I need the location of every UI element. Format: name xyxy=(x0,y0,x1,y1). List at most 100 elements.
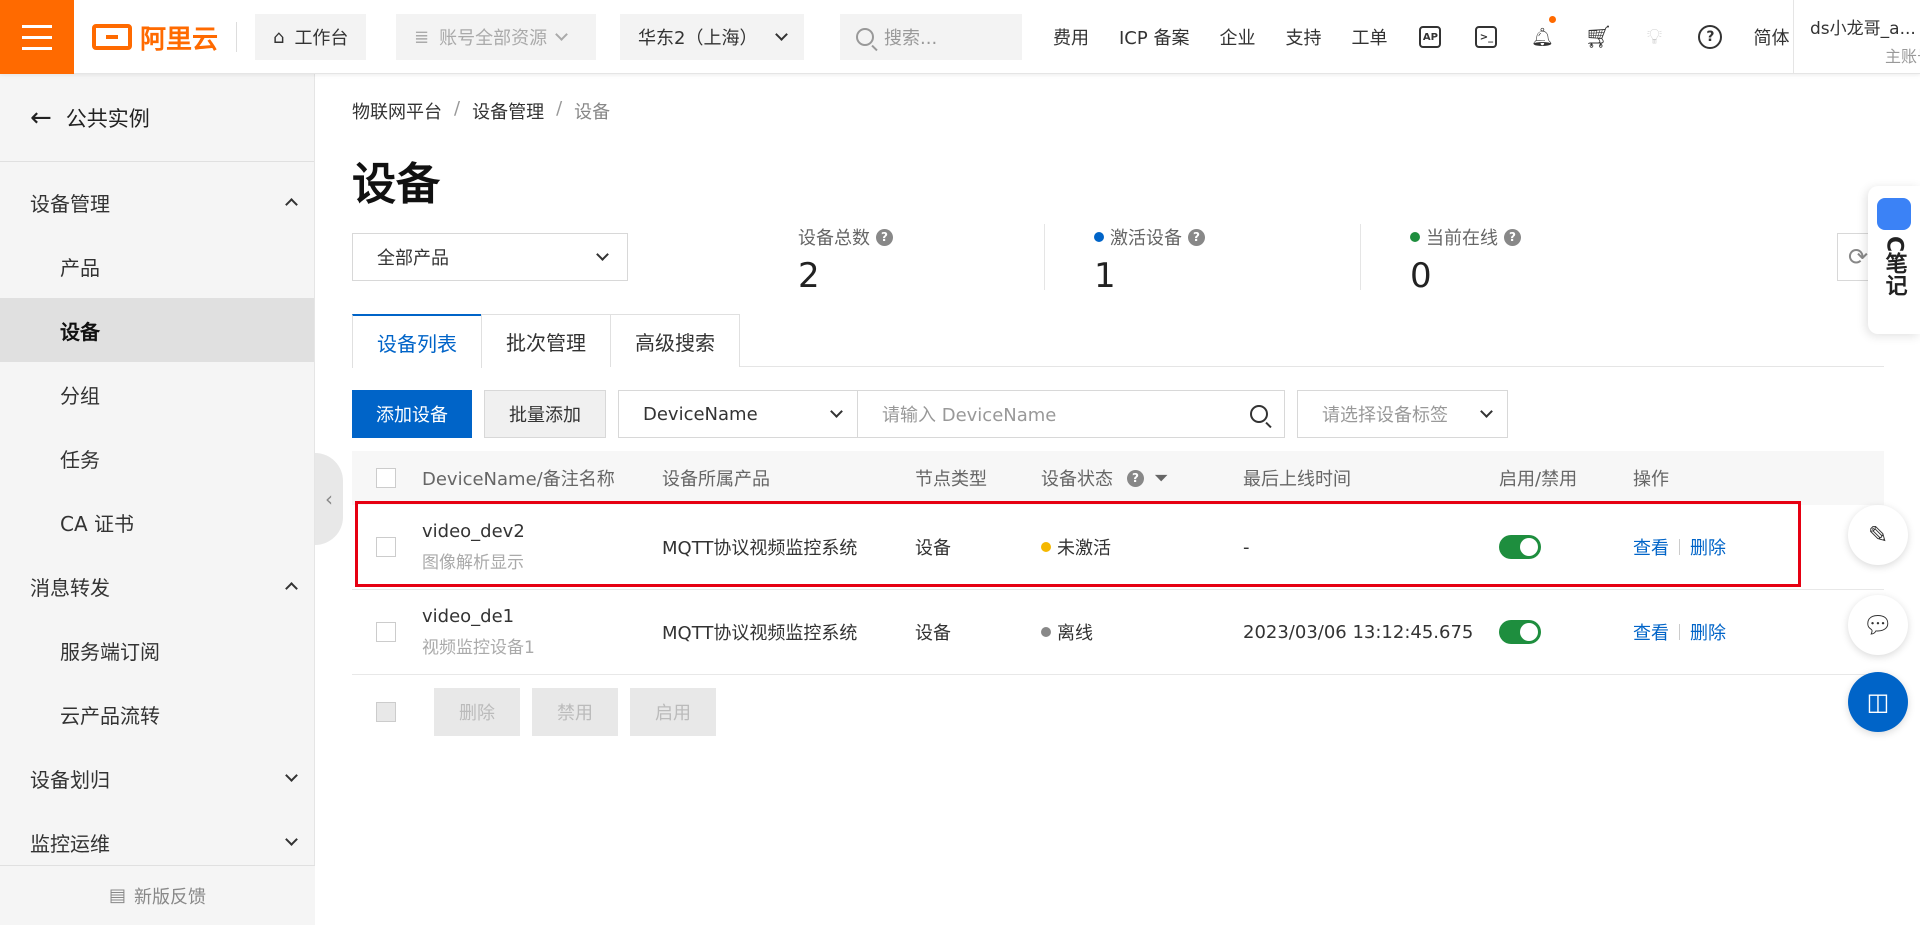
device-tag-select[interactable]: 请选择设备标签 xyxy=(1297,390,1508,438)
group-label: 监控运维 xyxy=(30,831,110,856)
chevron-up-icon xyxy=(285,582,298,595)
nav-enterprise[interactable]: 企业 xyxy=(1204,24,1270,50)
nav-billing[interactable]: 费用 xyxy=(1038,24,1104,50)
product-select[interactable]: 全部产品 xyxy=(352,233,628,281)
device-status: 离线 xyxy=(1057,623,1093,644)
filter-icon[interactable]: ⏷ xyxy=(1154,468,1168,489)
green-dot-icon xyxy=(1410,232,1420,242)
help-icon[interactable]: ? xyxy=(1504,228,1521,246)
feedback-button[interactable]: ▤ 新版反馈 xyxy=(0,865,315,925)
chat-icon[interactable]: 💬︎ xyxy=(1848,595,1908,655)
terminal-icon[interactable]: >_ xyxy=(1458,0,1514,74)
sidebar-item-ca-cert[interactable]: CA 证书 xyxy=(0,490,314,554)
table-row: video_de1 视频监控设备1 MQTT协议视频监控系统 设备 离线 202… xyxy=(352,590,1884,675)
help-icon[interactable]: ? xyxy=(1127,469,1144,487)
stat-online-label: 当前在线 xyxy=(1426,228,1498,249)
delete-link[interactable]: 删除 xyxy=(1690,534,1726,560)
user-account[interactable]: ds小龙哥_a... 主账号 xyxy=(1793,0,1920,74)
aliyun-logo-icon xyxy=(92,24,132,50)
header-device-name: DeviceName/备注名称 xyxy=(422,469,615,490)
sidebar-group-device-assign[interactable]: 设备划归 xyxy=(0,746,314,810)
table-header: DeviceName/备注名称 设备所属产品 节点类型 设备状态 ? ⏷ 最后上… xyxy=(352,451,1884,505)
logo[interactable]: 阿里云 xyxy=(92,20,218,55)
tab-advanced-search[interactable]: 高级搜索 xyxy=(610,314,740,367)
search-icon xyxy=(856,28,874,46)
row-checkbox[interactable] xyxy=(376,622,396,642)
device-name-search-input[interactable]: 请输入 DeviceName xyxy=(858,390,1285,438)
blue-dot-icon xyxy=(1094,232,1104,242)
sidebar-item-label: 任务 xyxy=(60,447,100,472)
stack-icon: ≣ xyxy=(414,26,430,48)
header-product: 设备所属产品 xyxy=(662,469,770,490)
select-all-checkbox[interactable] xyxy=(376,468,396,488)
chevron-down-icon xyxy=(555,28,568,41)
delete-link[interactable]: 删除 xyxy=(1690,619,1726,645)
help-icon[interactable]: ? xyxy=(876,228,893,246)
resource-selector[interactable]: ≣ 账号全部资源 xyxy=(396,14,596,60)
sidebar-item-task[interactable]: 任务 xyxy=(0,426,314,490)
global-search-input[interactable]: 搜索... xyxy=(840,14,1022,60)
region-selector[interactable]: 华东2（上海） xyxy=(620,14,804,60)
sidebar-item-server-subscription[interactable]: 服务端订阅 xyxy=(0,618,314,682)
lightbulb-icon[interactable]: 💡︎ xyxy=(1626,0,1682,74)
sidebar-item-group[interactable]: 分组 xyxy=(0,362,314,426)
stat-online: 当前在线? 0 xyxy=(1410,224,1521,296)
device-name[interactable]: video_de1 xyxy=(422,606,662,627)
header-node-type: 节点类型 xyxy=(915,469,987,490)
header-last-online: 最后上线时间 xyxy=(1243,469,1351,490)
batch-add-button[interactable]: 批量添加 xyxy=(484,390,606,438)
feedback-icon: ▤ xyxy=(108,885,126,906)
enable-toggle[interactable] xyxy=(1499,620,1541,644)
cart-icon[interactable]: 🛒︎ xyxy=(1570,0,1626,74)
view-link[interactable]: 查看 xyxy=(1633,534,1669,560)
search-field-select[interactable]: DeviceName xyxy=(618,390,858,438)
workbench-button[interactable]: ⌂ 工作台 xyxy=(255,14,367,60)
stat-active-value: 1 xyxy=(1094,256,1116,296)
sidebar-collapse-handle[interactable]: ‹ xyxy=(315,453,343,545)
tab-label: 批次管理 xyxy=(506,330,586,355)
breadcrumb-device-mgmt[interactable]: 设备管理 xyxy=(472,98,544,124)
device-name[interactable]: video_dev2 xyxy=(422,521,662,542)
help-icon[interactable]: ? xyxy=(1682,0,1738,74)
table-row: video_dev2 图像解析显示 MQTT协议视频监控系统 设备 未激活 - … xyxy=(352,505,1884,590)
status-dot-icon xyxy=(1041,627,1051,637)
view-link[interactable]: 查看 xyxy=(1633,619,1669,645)
tab-bar: 设备列表 批次管理 高级搜索 xyxy=(352,314,1884,368)
row-checkbox[interactable] xyxy=(376,537,396,557)
help-icon[interactable]: ? xyxy=(1188,228,1205,246)
nav-ticket[interactable]: 工单 xyxy=(1336,24,1402,50)
sidebar-item-product[interactable]: 产品 xyxy=(0,234,314,298)
edit-icon[interactable]: ✎ xyxy=(1848,505,1908,565)
sidebar-group-message-forward[interactable]: 消息转发 xyxy=(0,554,314,618)
api-icon[interactable]: AP xyxy=(1402,0,1458,74)
tab-batch-mgmt[interactable]: 批次管理 xyxy=(481,314,611,367)
back-to-instance[interactable]: ← 公共实例 xyxy=(0,74,314,162)
enable-toggle[interactable] xyxy=(1499,535,1541,559)
tag-placeholder: 请选择设备标签 xyxy=(1322,405,1448,426)
workbench-label: 工作台 xyxy=(294,28,349,49)
add-device-button[interactable]: 添加设备 xyxy=(352,390,472,438)
note-widget[interactable]: C笔记 xyxy=(1868,186,1920,334)
user-name: ds小龙哥_a... xyxy=(1810,19,1916,39)
chevron-down-icon xyxy=(1480,405,1493,418)
sidebar: ← 公共实例 设备管理 产品 设备 分组 任务 CA 证书 消息转发 服务端订阅… xyxy=(0,74,315,925)
chevron-down-icon xyxy=(830,405,843,418)
breadcrumb-iot[interactable]: 物联网平台 xyxy=(352,98,442,124)
search-icon[interactable] xyxy=(1250,405,1268,423)
nav-support[interactable]: 支持 xyxy=(1270,24,1336,50)
bulk-enable-button: 启用 xyxy=(630,688,716,736)
sidebar-item-device[interactable]: 设备 xyxy=(0,298,314,362)
nav-icp[interactable]: ICP 备案 xyxy=(1104,24,1204,50)
device-note: 视频监控设备1 xyxy=(422,638,535,658)
sidebar-item-label: 分组 xyxy=(60,383,100,408)
hamburger-menu-icon[interactable] xyxy=(0,0,74,74)
divider xyxy=(1044,224,1045,290)
sidebar-group-device-mgmt[interactable]: 设备管理 xyxy=(0,170,314,234)
search-placeholder: 搜索... xyxy=(884,28,938,49)
tab-device-list[interactable]: 设备列表 xyxy=(352,314,482,368)
header-status: 设备状态 ? ⏷ xyxy=(1041,465,1243,491)
bell-icon[interactable]: 🔔︎ xyxy=(1514,0,1570,74)
apps-icon[interactable]: ◫ xyxy=(1848,672,1908,732)
search-placeholder: 请输入 DeviceName xyxy=(882,405,1057,426)
sidebar-item-cloud-flow[interactable]: 云产品流转 xyxy=(0,682,314,746)
